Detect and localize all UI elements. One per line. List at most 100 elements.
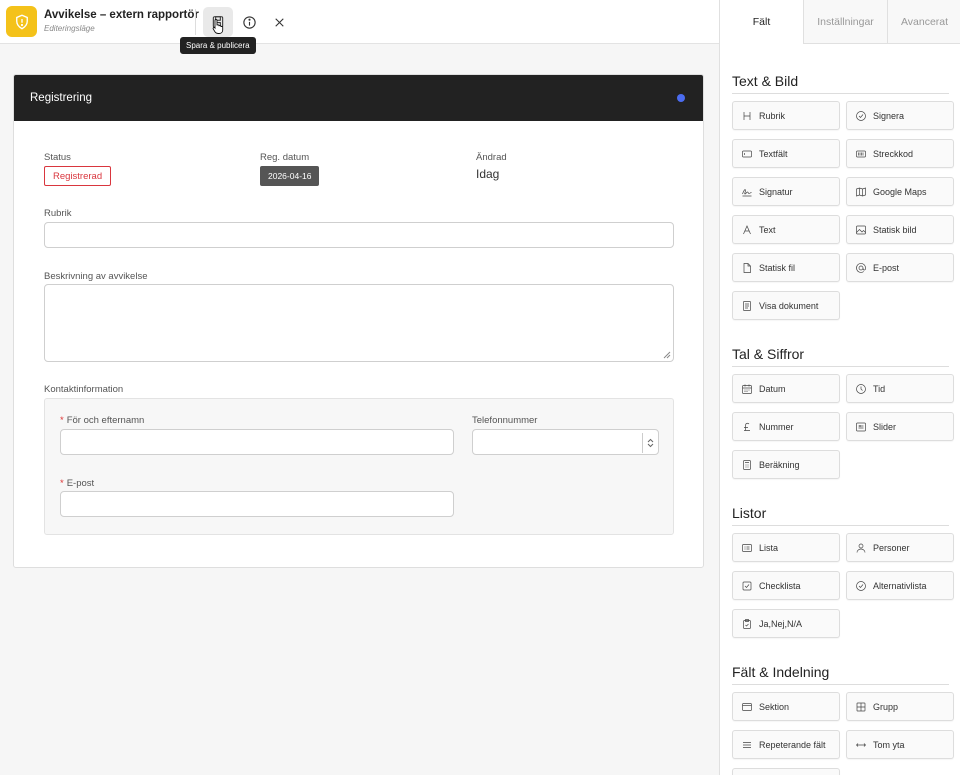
component-label: Google Maps [873, 186, 927, 197]
component-alternativlista[interactable]: Alternativlista [846, 571, 954, 600]
description-textarea[interactable] [44, 284, 674, 362]
component-textf-lt[interactable]: Textfält [732, 139, 840, 168]
section-title: Registrering [30, 92, 92, 104]
component-statisk-fil[interactable]: Statisk fil [732, 253, 840, 282]
reg-date-badge: 2026-04-16 [260, 166, 320, 186]
component-streckkod[interactable]: Streckkod [846, 139, 954, 168]
tab-installningar[interactable]: Inställningar [803, 0, 887, 44]
component-ber-kning[interactable]: Beräkning [732, 450, 840, 479]
section-heading: Text & Bild [732, 73, 799, 89]
component-label: Text [759, 224, 776, 235]
contact-group: * För och efternamn Telefonnummer * E-post [44, 398, 674, 535]
heading-label: Rubrik [44, 208, 72, 219]
signature-icon [741, 186, 753, 198]
component-label: Rubrik [759, 110, 786, 121]
tab-falt[interactable]: Fält [720, 0, 803, 44]
component-text[interactable]: Text [732, 215, 840, 244]
component-slider[interactable]: Slider [846, 412, 954, 441]
component-sektion[interactable]: Sektion [732, 692, 840, 721]
component-visa-dokument[interactable]: Visa dokument [732, 291, 840, 320]
component-label: Nummer [759, 421, 794, 432]
email-input[interactable] [60, 491, 454, 517]
section-divider [732, 684, 949, 685]
document-icon [741, 300, 753, 312]
phone-input[interactable] [472, 429, 659, 455]
section-icon [741, 701, 753, 713]
tab-avancerat[interactable]: Avancerat [887, 0, 960, 44]
name-label-text: För och efternamn [66, 415, 145, 426]
registration-card: Registrering Status Registrerad Reg. dat… [13, 74, 704, 568]
component-label: Statisk fil [759, 262, 796, 273]
component-signera[interactable]: Signera [846, 101, 954, 130]
clock-icon [855, 383, 867, 395]
resize-handle-icon[interactable] [663, 351, 671, 359]
component-panel: Fält Inställningar Avancerat Text & Bild… [719, 0, 960, 775]
arrows-h-icon [855, 739, 867, 751]
component-label: Personer [873, 542, 910, 553]
close-icon [274, 17, 284, 27]
close-button[interactable] [264, 7, 294, 37]
card-header: Registrering [14, 75, 703, 121]
component-label: Datum [759, 383, 786, 394]
component-label: Checklista [759, 580, 801, 591]
shield-warning-icon [6, 6, 37, 37]
grid-icon [855, 701, 867, 713]
component-personer[interactable]: Personer [846, 533, 954, 562]
component-nummer[interactable]: Nummer [732, 412, 840, 441]
component-label: Signera [873, 110, 905, 121]
component-tom-yta[interactable]: Tom yta [846, 730, 954, 759]
email-label-text: E-post [66, 478, 95, 489]
component-label: E-post [873, 262, 900, 273]
component-tid[interactable]: Tid [846, 374, 954, 403]
component-label: Alternativlista [873, 580, 927, 591]
panel-tabs: Fält Inställningar Avancerat [720, 0, 960, 44]
divider [195, 9, 196, 35]
component-checklista[interactable]: Checklista [732, 571, 840, 600]
component-ja-nej-n-a[interactable]: Ja,Nej,N/A [732, 609, 840, 638]
status-dot [677, 94, 685, 102]
lines-icon [741, 739, 753, 751]
checkbox-icon [741, 580, 753, 592]
calendar-icon [741, 383, 753, 395]
heading-input[interactable] [44, 222, 674, 248]
slider-icon [855, 421, 867, 433]
section-divider [732, 366, 949, 367]
clipboard-icon [741, 618, 753, 630]
name-input[interactable] [60, 429, 454, 455]
heading-icon [741, 110, 753, 122]
required-mark: * [60, 478, 64, 489]
section-heading: Fält & Indelning [732, 664, 830, 680]
calculator-icon [741, 459, 753, 471]
page-subtitle: Editeringsläge [44, 24, 95, 33]
component-label: Streckkod [873, 148, 914, 159]
section-divider [732, 93, 949, 94]
component-repeterande-f-lt[interactable]: Repeterande fält [732, 730, 840, 759]
component-e-post[interactable]: E-post [846, 253, 954, 282]
check-circle-icon [855, 580, 867, 592]
component-partial[interactable] [732, 768, 840, 775]
check-circle-icon [855, 110, 867, 122]
name-label: * För och efternamn [60, 415, 144, 426]
page-title: Avvikelse – extern rapportör [44, 9, 199, 21]
tooltip: Spara & publicera [180, 37, 256, 54]
component-google-maps[interactable]: Google Maps [846, 177, 954, 206]
info-icon [242, 15, 256, 29]
component-label: Signatur [759, 186, 793, 197]
stepper-icon[interactable] [642, 433, 658, 453]
at-icon [855, 262, 867, 274]
file-icon [741, 262, 753, 274]
component-lista[interactable]: Lista [732, 533, 840, 562]
description-label: Beskrivning av avvikelse [44, 271, 148, 282]
component-grupp[interactable]: Grupp [846, 692, 954, 721]
email-label: * E-post [60, 478, 94, 489]
component-statisk-bild[interactable]: Statisk bild [846, 215, 954, 244]
section-heading: Listor [732, 505, 767, 521]
component-datum[interactable]: Datum [732, 374, 840, 403]
map-icon [855, 186, 867, 198]
component-rubrik[interactable]: Rubrik [732, 101, 840, 130]
info-button[interactable] [234, 7, 264, 37]
component-signatur[interactable]: Signatur [732, 177, 840, 206]
pointer-cursor-icon [212, 18, 224, 39]
list-icon [741, 542, 753, 554]
person-icon [855, 542, 867, 554]
